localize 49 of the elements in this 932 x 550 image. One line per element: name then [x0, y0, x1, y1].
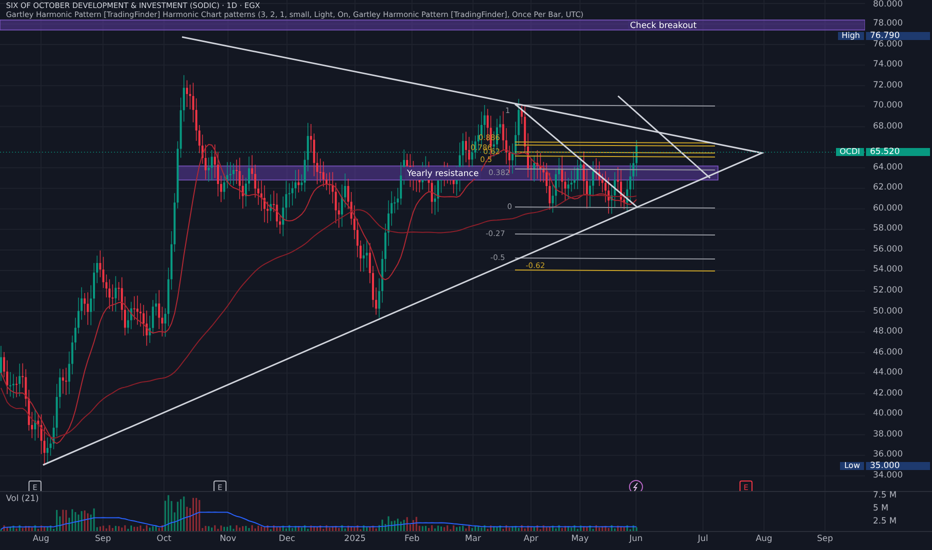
price-tick: 38.000: [873, 430, 903, 440]
price-tick: 78.000: [873, 20, 903, 28]
price-badge: 65.520: [866, 148, 930, 156]
price-tick: 62.000: [873, 184, 903, 193]
time-axis-label: 2025: [344, 534, 366, 544]
price-badge: 76.790: [866, 32, 930, 40]
price-tick: 64.000: [873, 163, 903, 172]
price-tick: 52.000: [873, 286, 903, 296]
price-tick: 46.000: [873, 348, 903, 358]
price-tick: 56.000: [873, 245, 903, 254]
volume-title: Vol (21): [6, 494, 39, 504]
price-badge-label: Low: [840, 462, 864, 470]
time-axis-label: Dec: [278, 534, 296, 544]
time-axis-label: Aug: [756, 534, 772, 544]
time-axis-label: Sep: [816, 534, 834, 544]
volume-tick: 7.5 M: [873, 492, 897, 500]
price-tick: 74.000: [873, 60, 903, 70]
price-tick: 34.000: [873, 471, 903, 480]
price-badge-label: OCDI: [836, 148, 864, 156]
price-tick: 50.000: [873, 307, 903, 316]
price-badge: 35.000: [866, 462, 930, 470]
price-tick: 40.000: [873, 410, 903, 419]
price-tick: 80.000: [873, 0, 903, 10]
price-badge-label: High: [838, 32, 864, 40]
time-axis-label: Aug: [32, 534, 50, 544]
price-tick: 54.000: [873, 266, 903, 275]
price-tick: 48.000: [873, 328, 903, 337]
price-tick: 76.000: [873, 40, 903, 50]
time-axis-label: May: [571, 534, 589, 544]
price-tick: 68.000: [873, 122, 903, 132]
time-axis-label: Feb: [404, 534, 420, 544]
time-axis-label: Sep: [94, 534, 112, 544]
zone-label: Yearly resistance: [405, 167, 481, 179]
time-axis-label: Mar: [464, 534, 482, 544]
price-tick: 70.000: [873, 102, 903, 111]
time-axis-label: Nov: [220, 534, 236, 544]
time-axis-label: Jun: [629, 534, 643, 544]
volume-tick: 2.5 M: [873, 518, 897, 526]
price-tick: 60.000: [873, 204, 903, 214]
price-tick: 58.000: [873, 224, 903, 234]
price-tick: 72.000: [873, 81, 903, 90]
time-axis-label: Oct: [156, 534, 172, 544]
price-tick: 44.000: [873, 368, 903, 378]
price-tick: 36.000: [873, 450, 903, 460]
volume-tick: 5 M: [873, 504, 888, 514]
price-tick: 42.000: [873, 389, 903, 398]
zone-label: Check breakout: [628, 21, 697, 31]
time-axis-label: Apr: [524, 534, 538, 544]
time-axis-label: Jul: [698, 534, 708, 544]
